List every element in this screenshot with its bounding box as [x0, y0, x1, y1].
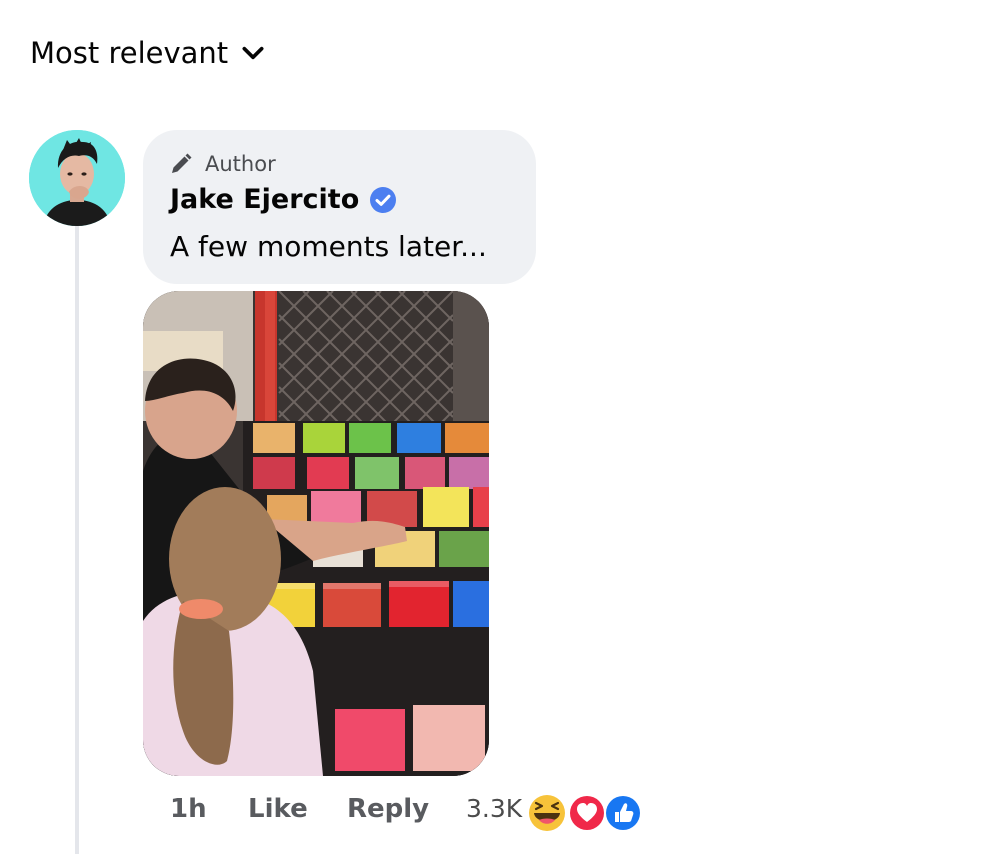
author-badge-label: Author: [205, 152, 276, 176]
haha-reaction-icon: [527, 793, 567, 833]
like-button[interactable]: Like: [248, 794, 308, 824]
verified-badge-icon: [370, 186, 397, 213]
sort-label: Most relevant: [30, 36, 229, 70]
author-badge: Author: [169, 152, 276, 176]
love-reaction-icon: [568, 794, 606, 832]
comment-photo[interactable]: [143, 291, 489, 776]
pencil-icon: [172, 153, 192, 173]
reaction-count[interactable]: 3.3K: [466, 794, 522, 823]
author-name[interactable]: Jake Ejercito: [170, 184, 359, 215]
avatar[interactable]: [29, 130, 125, 226]
comment-timestamp[interactable]: 1h: [170, 794, 207, 824]
candy-store-photo: [143, 291, 489, 776]
thread-line: [75, 226, 79, 854]
reply-button[interactable]: Reply: [347, 794, 429, 824]
like-reaction-icon: [604, 794, 642, 832]
sort-dropdown[interactable]: Most relevant: [30, 36, 266, 70]
author-name-row: Jake Ejercito: [170, 184, 397, 215]
comment-bubble: Author Jake Ejercito A few moments later…: [143, 130, 536, 284]
comment-actions: 1h Like Reply 3.3K: [0, 794, 1000, 830]
avatar-image: [29, 130, 125, 226]
comment-text: A few moments later...: [170, 230, 487, 263]
chevron-down-icon: [242, 46, 264, 60]
reaction-icons[interactable]: [525, 792, 645, 834]
